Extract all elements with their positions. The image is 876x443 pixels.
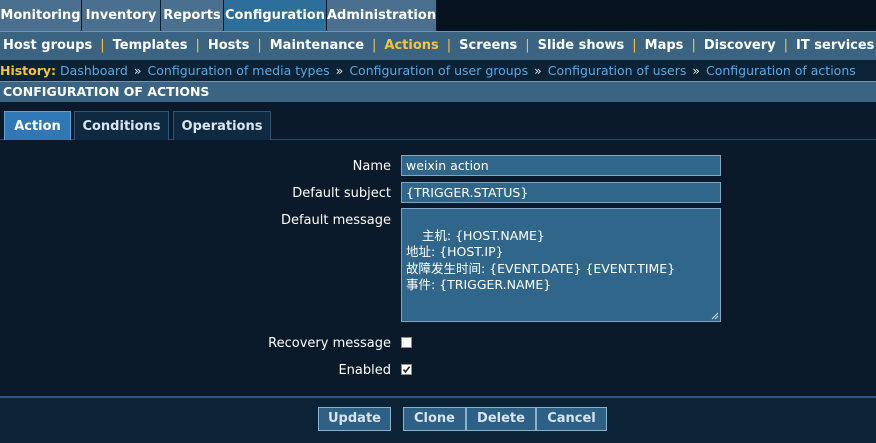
submenu-screens[interactable]: Screens: [459, 38, 517, 53]
enabled-label: Enabled: [338, 363, 391, 378]
menu-configuration[interactable]: Configuration: [224, 0, 327, 31]
history-separator: »: [692, 63, 700, 78]
tab-conditions[interactable]: Conditions: [74, 111, 169, 140]
clone-button[interactable]: Clone: [403, 407, 466, 431]
form-tabs: Action Conditions Operations: [0, 102, 876, 140]
submenu-separator: |: [691, 38, 696, 53]
update-button[interactable]: Update: [318, 407, 391, 431]
history-separator: »: [534, 63, 542, 78]
name-label: Name: [352, 159, 391, 174]
submenu-separator: |: [525, 38, 530, 53]
submenu-hosts[interactable]: Hosts: [208, 38, 250, 53]
default-message-text: 主机: {HOST.NAME} 地址: {HOST.IP} 故障发生时间: {E…: [406, 227, 676, 293]
resize-grip-icon[interactable]: [711, 312, 719, 320]
history-link-dashboard[interactable]: Dashboard: [60, 63, 128, 78]
top-menu: Monitoring Inventory Reports Configurati…: [0, 0, 876, 31]
history-link-user-groups[interactable]: Configuration of user groups: [349, 63, 528, 78]
menu-administration[interactable]: Administration: [327, 0, 437, 31]
history-separator: »: [335, 63, 344, 78]
history-link-media-types[interactable]: Configuration of media types: [148, 63, 330, 78]
name-input[interactable]: weixin action: [401, 155, 721, 176]
history-separator: »: [133, 63, 142, 78]
menu-monitoring[interactable]: Monitoring: [0, 0, 82, 31]
submenu-separator: |: [100, 38, 105, 53]
submenu-discovery[interactable]: Discovery: [704, 38, 776, 53]
page-title: CONFIGURATION OF ACTIONS: [0, 81, 876, 102]
cancel-button[interactable]: Cancel: [536, 407, 607, 431]
submenu-separator: |: [372, 38, 377, 53]
submenu-separator: |: [195, 38, 200, 53]
submenu-actions[interactable]: Actions: [384, 38, 438, 53]
menu-inventory[interactable]: Inventory: [82, 0, 161, 31]
submenu-separator: |: [446, 38, 452, 53]
recovery-message-label: Recovery message: [268, 336, 391, 351]
default-message-label: Default message: [280, 213, 391, 228]
checkmark-icon: [402, 366, 411, 374]
submenu-maps[interactable]: Maps: [645, 38, 684, 53]
submenu-separator: |: [257, 38, 262, 53]
submenu-slide-shows[interactable]: Slide shows: [538, 38, 625, 53]
submenu-separator: |: [632, 38, 637, 53]
action-form: Name weixin action Default subject {TRIG…: [0, 140, 876, 394]
history-link-users[interactable]: Configuration of users: [548, 63, 687, 78]
sub-menu: Host groups | Templates | Hosts | Maintenance |…: [0, 31, 876, 60]
recovery-message-checkbox[interactable]: [401, 337, 412, 348]
menu-reports[interactable]: Reports: [161, 0, 224, 31]
history-label: History:: [0, 63, 57, 78]
enabled-checkbox[interactable]: [401, 364, 412, 375]
submenu-host-groups[interactable]: Host groups: [3, 38, 92, 53]
submenu-templates[interactable]: Templates: [113, 38, 188, 53]
default-subject-label: Default subject: [292, 186, 391, 201]
form-footer: Update Clone Delete Cancel: [0, 398, 876, 443]
tab-action[interactable]: Action: [4, 111, 71, 140]
delete-button[interactable]: Delete: [466, 407, 536, 431]
submenu-separator: |: [783, 38, 789, 53]
submenu-maintenance[interactable]: Maintenance: [270, 38, 364, 53]
history-link-actions[interactable]: Configuration of actions: [706, 63, 856, 78]
history-breadcrumb: History: Dashboard » Configuration of medi…: [0, 60, 876, 81]
default-subject-input[interactable]: {TRIGGER.STATUS}: [401, 182, 721, 203]
submenu-it-services[interactable]: IT services: [796, 38, 874, 53]
default-message-textarea[interactable]: 主机: {HOST.NAME} 地址: {HOST.IP} 故障发生时间: {E…: [401, 208, 721, 322]
tab-operations[interactable]: Operations: [173, 111, 271, 140]
